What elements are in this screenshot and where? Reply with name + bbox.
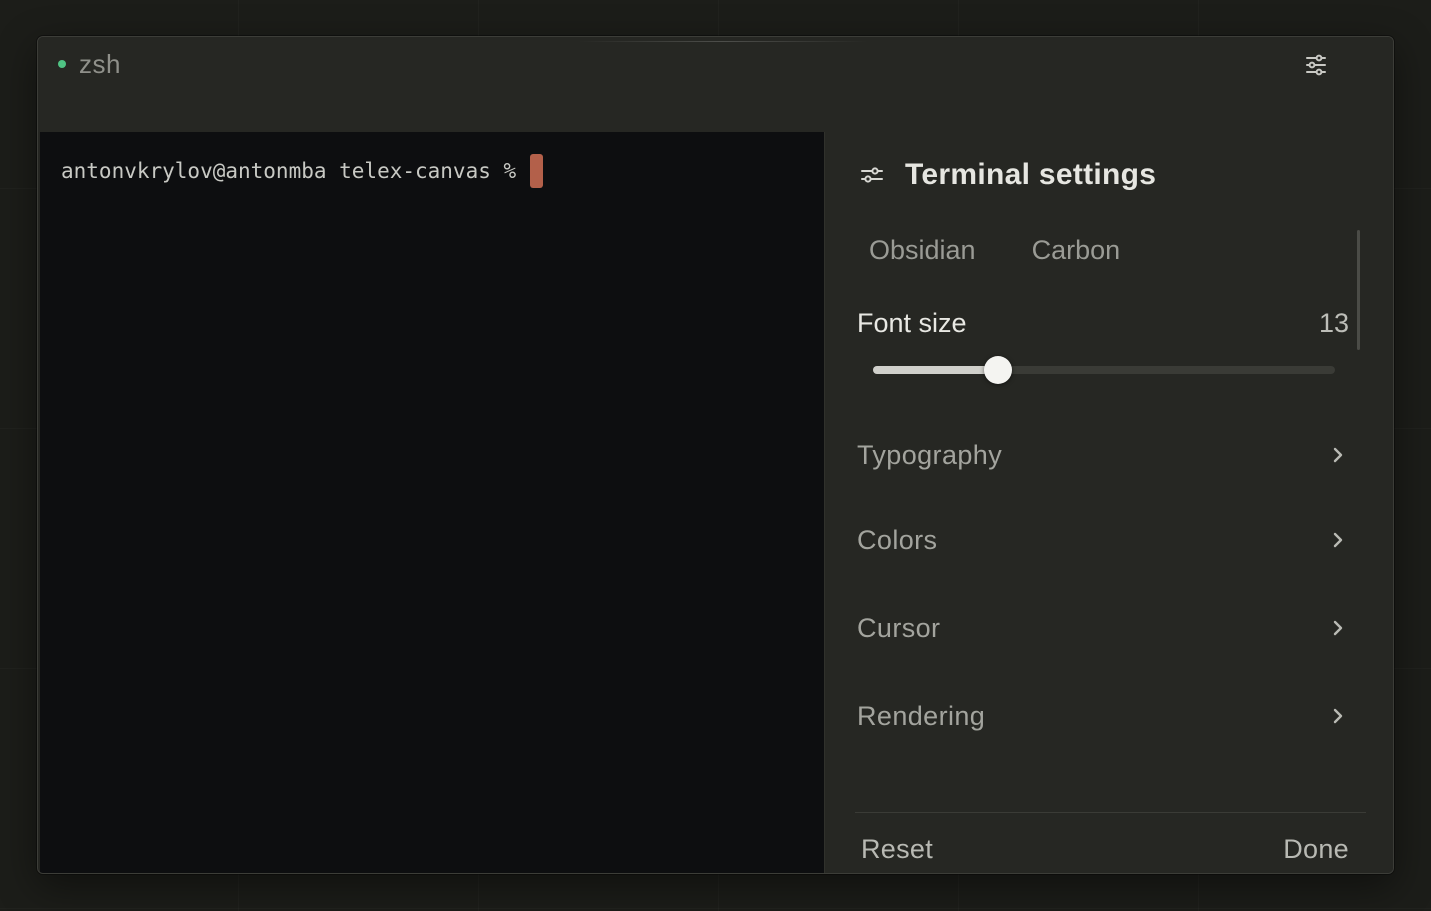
section-label: Colors [857,524,938,555]
section-label: Cursor [857,612,941,643]
font-size-label: Font size [857,308,967,338]
section-colors[interactable]: Colors [857,496,1351,584]
footer-divider [855,812,1366,813]
sliders-icon [859,162,885,188]
text-cursor [530,154,544,188]
theme-option-obsidian[interactable]: Obsidian [869,235,976,266]
panel-title: Terminal settings [905,158,1157,191]
section-typography[interactable]: Typography [857,414,1351,496]
font-size-slider[interactable] [873,356,1335,384]
section-rendering[interactable]: Rendering [857,672,1351,760]
theme-option-carbon[interactable]: Carbon [1032,235,1121,266]
sliders-icon [1306,54,1326,76]
theme-selector: Obsidian Carbon [869,235,1120,266]
section-label: Typography [857,439,1003,470]
chevron-right-icon [1327,529,1349,551]
scrollbar[interactable] [1357,230,1360,350]
prompt-line: antonvkrylov@antonmba telex-canvas % [61,154,544,188]
title-bar-highlight [578,41,868,42]
settings-button[interactable] [1302,51,1330,79]
status-dot-icon [58,60,66,68]
reset-button[interactable]: Reset [861,834,933,865]
slider-thumb[interactable] [983,356,1012,384]
panel-footer: Reset Done [861,834,1349,865]
slider-fill [873,366,998,374]
section-label: Rendering [857,700,986,731]
settings-sections: Typography Colors Cursor Rendering [857,412,1351,760]
title-bar: zsh [38,37,1393,132]
chevron-right-icon [1327,705,1349,727]
section-cursor[interactable]: Cursor [857,584,1351,672]
panel-header: Terminal settings [859,158,1156,192]
terminal-window: zsh antonvkrylov@antonmba telex-canvas % [37,36,1394,874]
prompt-text: antonvkrylov@antonmba telex-canvas % [61,159,517,183]
terminal-settings-panel: Terminal settings Obsidian Carbon Font s… [824,132,1393,873]
done-button[interactable]: Done [1283,834,1349,865]
chevron-right-icon [1327,617,1349,639]
session-name: zsh [79,49,121,79]
font-size-row: Font size 13 [857,308,1349,339]
chevron-right-icon [1327,444,1349,466]
font-size-value: 13 [1318,308,1349,338]
terminal-output[interactable]: antonvkrylov@antonmba telex-canvas % [40,132,824,873]
